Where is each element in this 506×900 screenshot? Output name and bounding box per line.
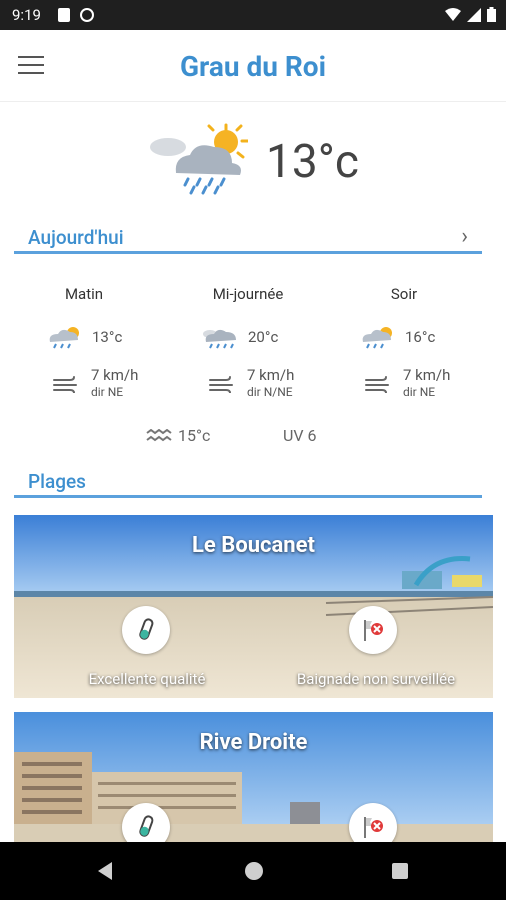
test-tube-icon [139,618,154,640]
waves-icon [146,428,172,441]
current-temperature: 13°c [266,135,359,189]
sd-card-icon [58,8,70,22]
water-quality-badge [122,606,170,654]
today-forecast: Matin 13°c 7 km/h dir NE Mi-journée 20°c [0,280,506,450]
wifi-icon [445,7,461,21]
app-bar: Grau du Roi [0,30,506,102]
chevron-right-icon[interactable]: › [461,224,468,249]
beach-card[interactable]: Rive Droite [14,712,493,842]
sun-rain-icon [49,327,79,349]
period-temp: 16°c [405,328,436,346]
water-temperature: 15°c [146,426,210,445]
wind-icon [365,376,389,393]
flag-forbidden-icon [364,817,383,838]
home-icon[interactable] [244,861,264,881]
water-temp-value: 15°c [178,426,211,445]
period-temp: 13°c [92,328,123,346]
beach-name: Rive Droite [199,730,308,755]
period-name: Matin [64,285,104,303]
beach-card[interactable]: Le Boucanet Excellente qualité Baignade … [14,515,493,698]
test-tube-icon [139,815,154,837]
period-name: Soir [390,285,418,303]
beaches-header: Plages [14,462,482,498]
surveillance-label: Baignade non surveillée [296,670,456,688]
uv-index: UV 6 [283,426,317,445]
status-bar: 9:19 [0,0,506,30]
recents-icon[interactable] [391,861,409,881]
wind-direction: dir NE [91,385,124,399]
beach-name: Le Boucanet [192,533,315,558]
system-nav-bar [0,842,506,900]
sync-icon [80,8,94,22]
beaches-label: Plages [28,470,86,493]
wind-direction: dir N/NE [247,385,293,399]
flag-forbidden-icon [364,620,383,641]
status-time: 9:19 [12,6,41,24]
wind-icon [209,376,233,393]
wind-direction: dir NE [403,385,436,399]
battery-icon [487,7,496,22]
wind-speed: 7 km/h [91,366,139,384]
period-name: Mi-journée [212,285,284,303]
surveillance-badge [349,606,397,654]
wind-speed: 7 km/h [247,366,295,384]
wind-speed: 7 km/h [403,366,451,384]
page-title: Grau du Roi [179,50,327,83]
rain-sun-cloud-icon [150,123,248,195]
today-header[interactable]: Aujourd'hui › [14,218,482,254]
water-quality-label: Excellente qualité [88,670,206,688]
back-icon[interactable] [96,861,114,881]
today-label: Aujourd'hui [28,226,124,249]
signal-icon [467,7,481,22]
sun-rain-icon [362,327,392,349]
cloud-rain-icon [203,329,236,349]
current-weather: 13°c [0,115,506,205]
wind-icon [53,376,77,393]
period-temp: 20°c [248,328,279,346]
